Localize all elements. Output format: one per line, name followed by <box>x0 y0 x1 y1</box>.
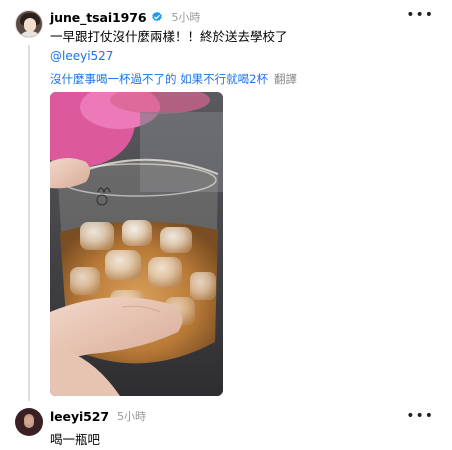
reply-author-username[interactable]: leeyi527 <box>50 409 109 424</box>
post-more-options-icon[interactable]: ••• <box>406 7 434 23</box>
post-author-avatar[interactable] <box>15 10 43 38</box>
post-text: 一早跟打仗沒什麼兩樣！！終於送去學校了 <box>50 29 288 44</box>
post-timestamp: 5小時 <box>171 11 201 24</box>
reply-text: 喝一瓶吧 <box>50 432 101 447</box>
post-quoted-text: 沒什麼事喝一杯過不了的 如果不行就喝2杯 <box>50 72 268 86</box>
reply-timestamp: 5小時 <box>116 410 146 423</box>
post-photo[interactable] <box>50 92 223 396</box>
thread-connector-line <box>28 45 30 401</box>
translate-link[interactable]: 翻譯 <box>274 71 297 87</box>
verified-badge-icon <box>152 11 163 22</box>
post-author-username[interactable]: june_tsai1976 <box>50 10 147 25</box>
post-header: june_tsai1976 5小時 <box>50 9 200 25</box>
post-mention-link[interactable]: @leeyi527 <box>50 49 113 63</box>
reply-author-avatar[interactable] <box>15 408 43 436</box>
post-quoted-line: 沒什麼事喝一杯過不了的 如果不行就喝2杯 翻譯 <box>50 71 297 87</box>
reply-more-options-icon[interactable]: ••• <box>406 408 434 424</box>
reply-header: leeyi527 5小時 <box>50 408 146 424</box>
drink-photo-illustration <box>50 92 223 396</box>
